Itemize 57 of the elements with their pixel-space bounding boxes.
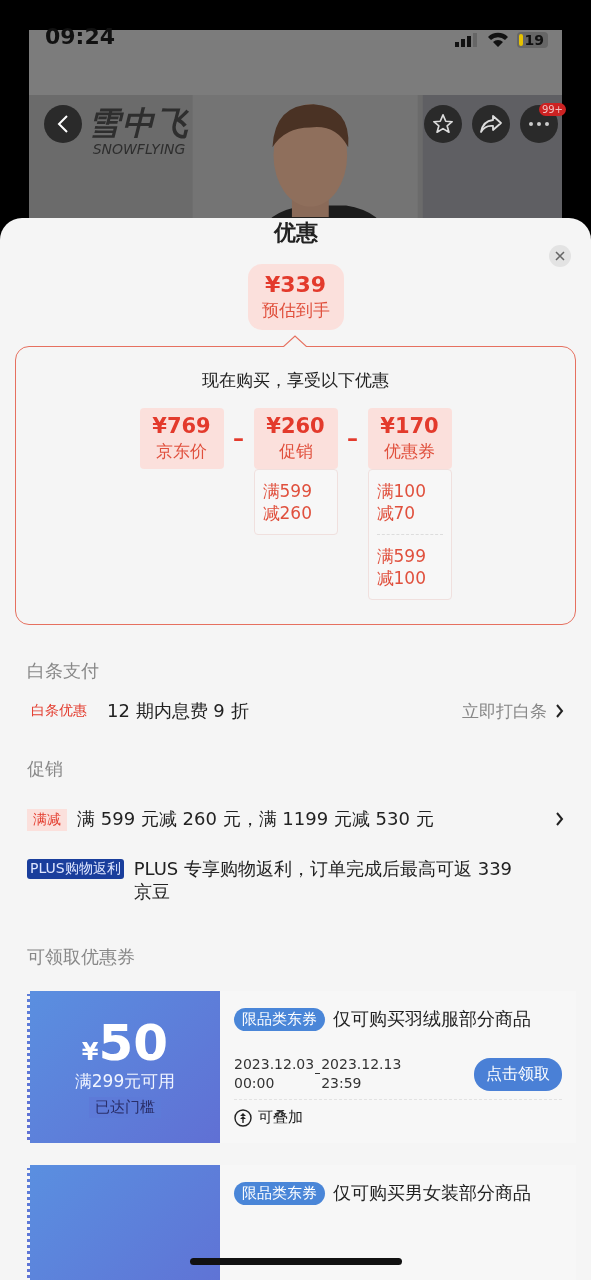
start-date: 2023.12.03 — [234, 1055, 315, 1074]
claim-button[interactable]: 点击领取 — [474, 1057, 562, 1091]
section-heading: 白条支付 — [26, 659, 100, 683]
coupon-title: 仅可购买男女装部分商品 — [333, 1181, 531, 1205]
currency-symbol: ¥ — [81, 1038, 99, 1066]
close-button[interactable] — [549, 245, 571, 267]
price-amount: ¥260 — [266, 414, 325, 438]
stack-icon — [234, 1108, 252, 1127]
baitiao-link[interactable]: 立即打白条 — [462, 699, 547, 723]
coupon-title: 仅可购买羽绒服部分商品 — [333, 1007, 531, 1031]
discount-rule: 满599 — [262, 480, 313, 502]
status-time: 09:24 — [45, 28, 116, 46]
discount-rule: 满100 — [376, 480, 427, 502]
more-icon — [528, 121, 550, 127]
promotion-text: 满 599 元减 260 元，满 1199 元减 530 元 — [77, 807, 434, 830]
price-label: 京东价 — [156, 440, 207, 463]
discount-rule: 减260 — [262, 502, 313, 524]
close-icon — [555, 251, 565, 261]
sheet-title: 优惠 — [273, 219, 318, 247]
estimated-price-label: 预估到手 — [261, 299, 330, 322]
coupon-condition: 满299元可用 — [74, 1070, 176, 1093]
start-time: 00:00 — [234, 1074, 276, 1093]
discount-rule: 减100 — [376, 567, 427, 589]
coupon-tag: 限品类东券 — [234, 1181, 325, 1205]
share-icon — [479, 114, 503, 134]
minus-sign: – — [232, 426, 245, 451]
signal-icon — [454, 33, 479, 47]
chevron-right-icon[interactable] — [555, 812, 564, 826]
brand-logo-latin: SNOWFLYING — [92, 141, 186, 157]
price-amount: ¥769 — [152, 414, 211, 438]
coupon-amount: 50 — [98, 1016, 169, 1070]
star-icon — [432, 113, 454, 135]
chevron-right-icon — [555, 704, 564, 718]
promotion-tag: 满减 — [27, 809, 67, 831]
end-time: 23:59 — [321, 1074, 363, 1093]
section-heading: 可领取优惠券 — [26, 945, 136, 969]
battery-indicator: 19 — [516, 32, 548, 48]
stackable-label: 可叠加 — [258, 1108, 303, 1127]
price-label: 促销 — [278, 440, 313, 463]
wifi-icon — [486, 32, 509, 48]
coupon-tag: 限品类东券 — [234, 1007, 325, 1031]
estimated-price: ¥339 — [264, 272, 327, 297]
price-amount: ¥170 — [380, 414, 439, 438]
section-heading: 促销 — [26, 757, 64, 781]
promotion-text: PLUS 专享购物返利，订单完成后最高可返 339 京豆 — [133, 857, 514, 903]
breakdown-heading: 现在购买，享受以下优惠 — [202, 369, 389, 392]
discount-rule: 减70 — [376, 502, 417, 524]
baitiao-offer: 12 期内息费 9 折 — [107, 699, 250, 723]
brand-logo-text: 雪中飞 — [88, 105, 190, 141]
discount-rule: 满599 — [376, 545, 427, 567]
price-label: 优惠券 — [384, 440, 435, 463]
back-icon — [56, 114, 70, 134]
end-date: 2023.12.13 — [321, 1055, 402, 1074]
baitiao-tag: 白条优惠 — [31, 702, 87, 720]
minus-sign: – — [346, 426, 359, 451]
promotion-tag: PLUS购物返利 — [27, 859, 124, 879]
notification-badge: 99+ — [538, 103, 566, 116]
